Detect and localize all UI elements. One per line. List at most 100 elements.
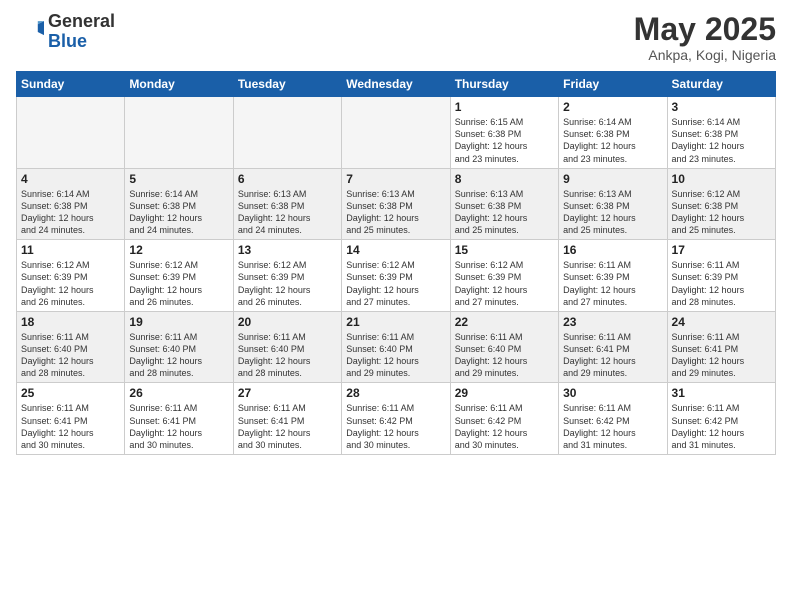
logo-general-text: General: [48, 11, 115, 31]
calendar-cell: 20 Sunrise: 6:11 AMSunset: 6:40 PMDayligh…: [233, 311, 341, 383]
day-number: 8: [455, 172, 554, 186]
day-info: Sunrise: 6:11 AMSunset: 6:41 PMDaylight:…: [672, 331, 771, 380]
day-number: 22: [455, 315, 554, 329]
month-year: May 2025: [634, 12, 776, 47]
day-info: Sunrise: 6:11 AMSunset: 6:41 PMDaylight:…: [129, 402, 228, 451]
day-info: Sunrise: 6:15 AMSunset: 6:38 PMDaylight:…: [455, 116, 554, 165]
day-info: Sunrise: 6:12 AMSunset: 6:39 PMDaylight:…: [346, 259, 445, 308]
calendar-cell: [342, 97, 450, 169]
day-number: 1: [455, 100, 554, 114]
day-info: Sunrise: 6:11 AMSunset: 6:40 PMDaylight:…: [346, 331, 445, 380]
calendar-cell: 11Sunrise: 6:12 AMSunset: 6:39 PMDayligh…: [17, 240, 125, 312]
day-info: Sunrise: 6:13 AMSunset: 6:38 PMDaylight:…: [455, 188, 554, 237]
calendar-cell: 23 Sunrise: 6:11 AMSunset: 6:41 PMDayligh…: [559, 311, 667, 383]
day-info: Sunrise: 6:11 AMSunset: 6:41 PMDaylight:…: [563, 331, 662, 380]
calendar-cell: 4 Sunrise: 6:14 AMSunset: 6:38 PMDaylight…: [17, 168, 125, 240]
day-number: 21: [346, 315, 445, 329]
day-info: Sunrise: 6:12 AMSunset: 6:39 PMDaylight:…: [238, 259, 337, 308]
logo-blue-text: Blue: [48, 31, 87, 51]
day-info: Sunrise: 6:14 AMSunset: 6:38 PMDaylight:…: [563, 116, 662, 165]
day-number: 28: [346, 386, 445, 400]
calendar-week-1: 1 Sunrise: 6:15 AMSunset: 6:38 PMDaylight…: [17, 97, 776, 169]
calendar-cell: 15 Sunrise: 6:12 AMSunset: 6:39 PMDayligh…: [450, 240, 558, 312]
calendar-cell: 24Sunrise: 6:11 AMSunset: 6:41 PMDayligh…: [667, 311, 775, 383]
day-info: Sunrise: 6:13 AMSunset: 6:38 PMDaylight:…: [346, 188, 445, 237]
calendar-cell: [233, 97, 341, 169]
day-info: Sunrise: 6:12 AMSunset: 6:39 PMDaylight:…: [455, 259, 554, 308]
calendar-cell: 2 Sunrise: 6:14 AMSunset: 6:38 PMDaylight…: [559, 97, 667, 169]
calendar-week-2: 4 Sunrise: 6:14 AMSunset: 6:38 PMDaylight…: [17, 168, 776, 240]
calendar-cell: 28 Sunrise: 6:11 AMSunset: 6:42 PMDayligh…: [342, 383, 450, 455]
day-info: Sunrise: 6:11 AMSunset: 6:40 PMDaylight:…: [21, 331, 120, 380]
day-number: 26: [129, 386, 228, 400]
day-number: 19: [129, 315, 228, 329]
day-number: 2: [563, 100, 662, 114]
day-number: 27: [238, 386, 337, 400]
calendar-cell: 10 Sunrise: 6:12 AMSunset: 6:38 PMDayligh…: [667, 168, 775, 240]
calendar-cell: 12Sunrise: 6:12 AMSunset: 6:39 PMDayligh…: [125, 240, 233, 312]
calendar-cell: 26 Sunrise: 6:11 AMSunset: 6:41 PMDayligh…: [125, 383, 233, 455]
day-info: Sunrise: 6:12 AMSunset: 6:39 PMDaylight:…: [129, 259, 228, 308]
day-number: 7: [346, 172, 445, 186]
calendar-cell: 5 Sunrise: 6:14 AMSunset: 6:38 PMDaylight…: [125, 168, 233, 240]
weekday-header-wednesday: Wednesday: [342, 72, 450, 97]
day-info: Sunrise: 6:11 AMSunset: 6:39 PMDaylight:…: [563, 259, 662, 308]
weekday-header-friday: Friday: [559, 72, 667, 97]
calendar-cell: 8 Sunrise: 6:13 AMSunset: 6:38 PMDaylight…: [450, 168, 558, 240]
day-info: Sunrise: 6:11 AMSunset: 6:42 PMDaylight:…: [346, 402, 445, 451]
header: General Blue May 2025 Ankpa, Kogi, Niger…: [16, 12, 776, 63]
day-number: 13: [238, 243, 337, 257]
day-number: 5: [129, 172, 228, 186]
day-number: 10: [672, 172, 771, 186]
calendar-cell: 31Sunrise: 6:11 AMSunset: 6:42 PMDayligh…: [667, 383, 775, 455]
day-number: 16: [563, 243, 662, 257]
calendar-cell: 14 Sunrise: 6:12 AMSunset: 6:39 PMDayligh…: [342, 240, 450, 312]
day-number: 30: [563, 386, 662, 400]
day-info: Sunrise: 6:14 AMSunset: 6:38 PMDaylight:…: [672, 116, 771, 165]
weekday-header-sunday: Sunday: [17, 72, 125, 97]
calendar-week-4: 18Sunrise: 6:11 AMSunset: 6:40 PMDayligh…: [17, 311, 776, 383]
logo: General Blue: [16, 12, 115, 52]
day-info: Sunrise: 6:11 AMSunset: 6:39 PMDaylight:…: [672, 259, 771, 308]
calendar-cell: 30 Sunrise: 6:11 AMSunset: 6:42 PMDayligh…: [559, 383, 667, 455]
location: Ankpa, Kogi, Nigeria: [634, 47, 776, 63]
day-number: 14: [346, 243, 445, 257]
day-info: Sunrise: 6:11 AMSunset: 6:41 PMDaylight:…: [21, 402, 120, 451]
calendar-cell: 18Sunrise: 6:11 AMSunset: 6:40 PMDayligh…: [17, 311, 125, 383]
day-info: Sunrise: 6:14 AMSunset: 6:38 PMDaylight:…: [129, 188, 228, 237]
calendar-cell: 13 Sunrise: 6:12 AMSunset: 6:39 PMDayligh…: [233, 240, 341, 312]
day-info: Sunrise: 6:14 AMSunset: 6:38 PMDaylight:…: [21, 188, 120, 237]
calendar-cell: 22Sunrise: 6:11 AMSunset: 6:40 PMDayligh…: [450, 311, 558, 383]
day-number: 20: [238, 315, 337, 329]
calendar-cell: 25 Sunrise: 6:11 AMSunset: 6:41 PMDayligh…: [17, 383, 125, 455]
page: General Blue May 2025 Ankpa, Kogi, Niger…: [0, 0, 792, 612]
calendar-cell: 27 Sunrise: 6:11 AMSunset: 6:41 PMDayligh…: [233, 383, 341, 455]
day-info: Sunrise: 6:12 AMSunset: 6:38 PMDaylight:…: [672, 188, 771, 237]
day-info: Sunrise: 6:11 AMSunset: 6:40 PMDaylight:…: [129, 331, 228, 380]
logo-icon: [16, 18, 44, 46]
calendar-cell: 3Sunrise: 6:14 AMSunset: 6:38 PMDaylight…: [667, 97, 775, 169]
calendar-cell: [125, 97, 233, 169]
day-number: 15: [455, 243, 554, 257]
weekday-header-saturday: Saturday: [667, 72, 775, 97]
calendar-cell: 16 Sunrise: 6:11 AMSunset: 6:39 PMDayligh…: [559, 240, 667, 312]
calendar-week-5: 25 Sunrise: 6:11 AMSunset: 6:41 PMDayligh…: [17, 383, 776, 455]
day-number: 25: [21, 386, 120, 400]
weekday-header-thursday: Thursday: [450, 72, 558, 97]
weekday-header-monday: Monday: [125, 72, 233, 97]
logo-text: General Blue: [48, 12, 115, 52]
calendar-cell: 19 Sunrise: 6:11 AMSunset: 6:40 PMDayligh…: [125, 311, 233, 383]
day-info: Sunrise: 6:13 AMSunset: 6:38 PMDaylight:…: [238, 188, 337, 237]
calendar-cell: 1 Sunrise: 6:15 AMSunset: 6:38 PMDaylight…: [450, 97, 558, 169]
calendar-week-3: 11Sunrise: 6:12 AMSunset: 6:39 PMDayligh…: [17, 240, 776, 312]
day-info: Sunrise: 6:11 AMSunset: 6:42 PMDaylight:…: [455, 402, 554, 451]
day-number: 6: [238, 172, 337, 186]
calendar: SundayMondayTuesdayWednesdayThursdayFrid…: [16, 71, 776, 455]
day-info: Sunrise: 6:11 AMSunset: 6:40 PMDaylight:…: [238, 331, 337, 380]
day-info: Sunrise: 6:11 AMSunset: 6:41 PMDaylight:…: [238, 402, 337, 451]
day-number: 9: [563, 172, 662, 186]
day-number: 23: [563, 315, 662, 329]
day-info: Sunrise: 6:11 AMSunset: 6:42 PMDaylight:…: [563, 402, 662, 451]
calendar-cell: 29Sunrise: 6:11 AMSunset: 6:42 PMDayligh…: [450, 383, 558, 455]
day-number: 4: [21, 172, 120, 186]
